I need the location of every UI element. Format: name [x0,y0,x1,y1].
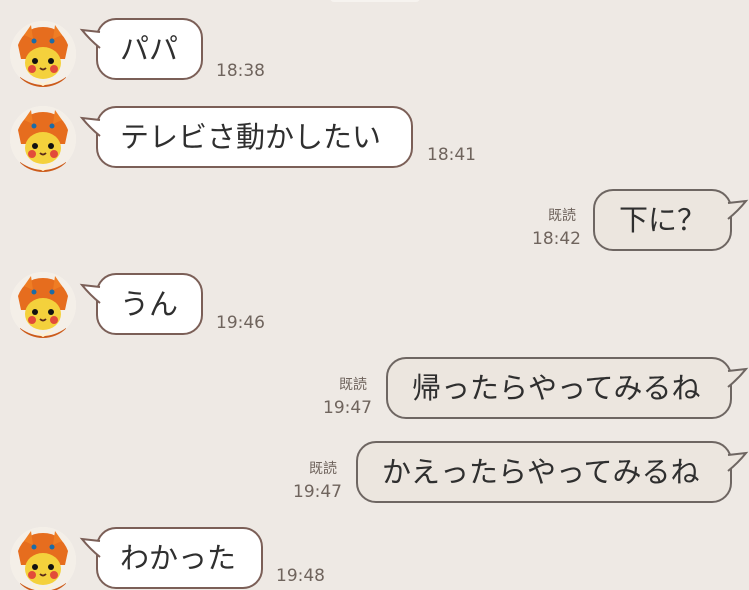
message-timestamp: 19:47 [323,398,372,418]
bubble-tail-icon [79,116,101,137]
contact-avatar-icon[interactable] [10,106,76,172]
top-edge-highlight [330,0,420,2]
message-timestamp: 18:41 [427,145,476,165]
bubble-tail-icon [727,367,749,388]
incoming-message-bubble[interactable]: わかった [79,527,263,589]
read-receipt: 既読 [548,208,576,224]
message-text: わかった [120,541,237,575]
message-text: 下に？ [619,203,707,237]
message-text: パパ [120,32,179,66]
chat-thread: パパ 18:38 テレビさ動かしたい 18:41 既読 18:42 下に？ うん… [0,0,749,590]
bubble-tail-icon [727,199,749,220]
message-text: テレビさ動かしたい [120,120,382,154]
incoming-message-bubble[interactable]: うん [79,273,203,335]
message-text: うん [120,287,179,321]
pikachu-avatar-icon [10,106,76,172]
bubble-tail-icon [79,283,101,304]
contact-avatar-icon[interactable] [10,21,76,87]
message-timestamp: 19:46 [216,313,265,333]
contact-avatar-icon[interactable] [10,272,76,338]
message-timestamp: 19:48 [276,566,325,586]
pikachu-avatar-icon [10,272,76,338]
bubble-tail-icon [79,537,101,558]
message-text: かえったらやってみるね [382,455,700,489]
outgoing-message-bubble[interactable]: 帰ったらやってみるね [386,357,749,419]
message-timestamp: 19:47 [293,482,342,502]
incoming-message-bubble[interactable]: テレビさ動かしたい [79,106,413,168]
outgoing-message-bubble[interactable]: 下に？ [593,189,749,251]
pikachu-avatar-icon [10,21,76,87]
incoming-message-bubble[interactable]: パパ [79,18,203,80]
message-text: 帰ったらやってみるね [412,371,701,405]
message-timestamp: 18:42 [532,229,581,249]
bubble-tail-icon [79,28,101,49]
pikachu-avatar-icon [10,527,76,590]
read-receipt: 既読 [339,377,367,393]
outgoing-message-bubble[interactable]: かえったらやってみるね [356,441,749,503]
bubble-tail-icon [727,451,749,472]
message-timestamp: 18:38 [216,61,265,81]
read-receipt: 既読 [309,461,337,477]
contact-avatar-icon[interactable] [10,527,76,590]
